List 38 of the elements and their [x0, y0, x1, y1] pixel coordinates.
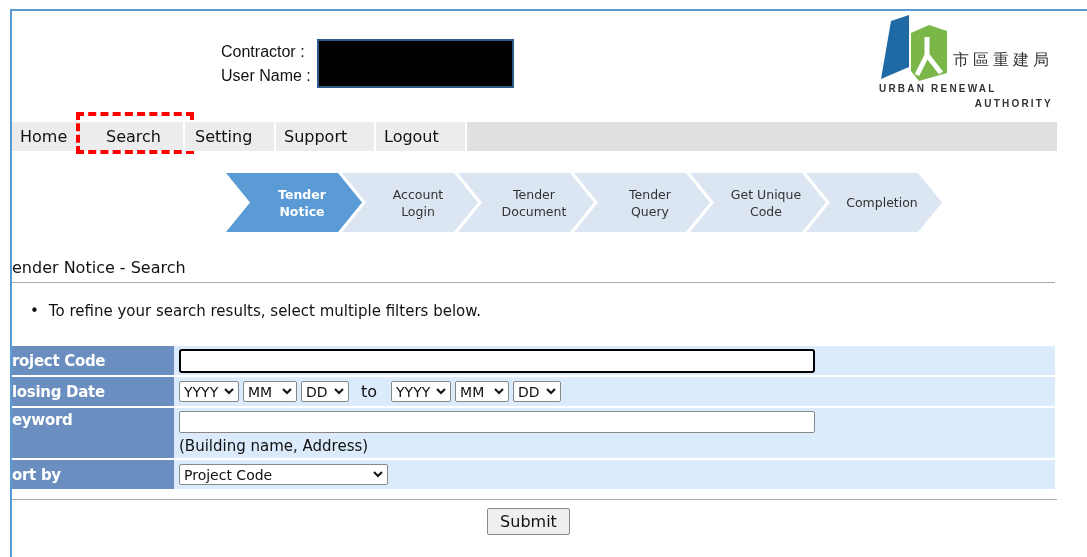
- progress-step: Completion: [806, 173, 942, 232]
- nav-tab[interactable]: Home: [12, 122, 78, 151]
- nav-tab[interactable]: Setting: [185, 122, 276, 151]
- dropdown[interactable]: MM: [455, 381, 510, 402]
- field-label: eyword: [12, 408, 174, 458]
- logo-text: URBAN RENEWAL: [879, 82, 998, 96]
- dropdown[interactable]: YYYY: [391, 381, 452, 402]
- range-separator: to: [361, 382, 378, 401]
- chevron-down-icon: [334, 388, 344, 395]
- hint-text: (Building name, Address): [179, 437, 370, 455]
- contractor-label: Contractor :: [221, 42, 306, 62]
- nav-tab[interactable]: Search: [78, 122, 185, 151]
- instruction-text: To refine your search results, select multiple filters below.: [48, 301, 481, 321]
- field-label: roject Code: [12, 346, 174, 375]
- chevron-down-icon: [546, 388, 557, 395]
- chevron-down-icon: [494, 388, 505, 395]
- submit-button[interactable]: Submit: [487, 508, 570, 535]
- chevron-down-icon: [224, 388, 234, 395]
- dropdown[interactable]: YYYY: [179, 381, 239, 402]
- field-label: losing Date: [12, 377, 174, 406]
- logo-icon: [879, 15, 949, 81]
- input-field[interactable]: [179, 348, 815, 373]
- field-label: ort by: [12, 460, 174, 489]
- dropdown[interactable]: MM: [243, 381, 297, 402]
- logo-chinese-text: 市區重建局: [952, 50, 1053, 71]
- input-field[interactable]: [179, 411, 815, 433]
- dropdown[interactable]: Project Code: [179, 464, 388, 485]
- user-name-label: User Name :: [221, 65, 311, 86]
- bullet-icon: •: [30, 301, 39, 321]
- chevron-down-icon: [373, 471, 383, 478]
- nav-tab[interactable]: Support: [276, 122, 376, 151]
- nav-tab[interactable]: Logout: [376, 122, 467, 151]
- chevron-down-icon: [282, 388, 292, 395]
- chevron-down-icon: [436, 388, 447, 395]
- logo-text: AUTHORITY: [973, 97, 1053, 111]
- dropdown[interactable]: DD: [301, 381, 349, 402]
- dropdown[interactable]: DD: [513, 381, 562, 402]
- page-title: ender Notice - Search: [12, 258, 187, 279]
